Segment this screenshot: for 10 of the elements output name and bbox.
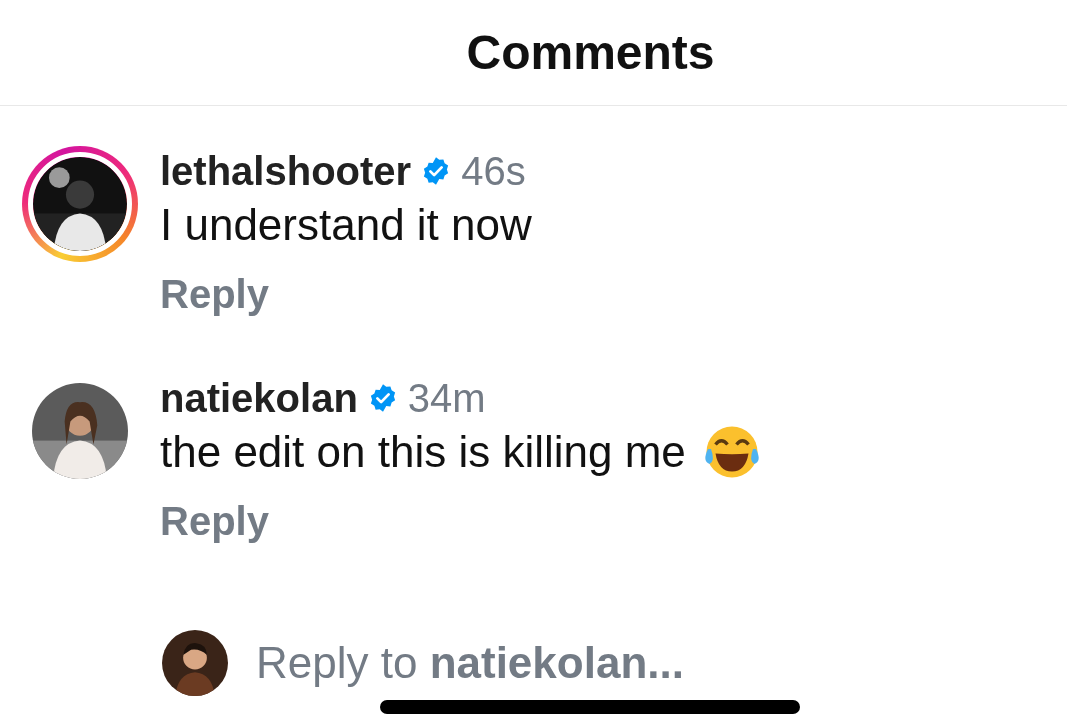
reply-button[interactable]: Reply xyxy=(160,499,269,544)
comment-text: the edit on this is killing me xyxy=(160,427,686,477)
username[interactable]: lethalshooter xyxy=(160,148,412,194)
reply-input-field[interactable]: Reply to natiekolan... xyxy=(256,638,684,688)
comment-text: I understand it now xyxy=(160,200,532,250)
comments-title: Comments xyxy=(466,25,715,80)
reply-button[interactable]: Reply xyxy=(160,272,269,317)
username[interactable]: natiekolan xyxy=(160,375,358,421)
timestamp: 46s xyxy=(461,148,526,194)
timestamp: 34m xyxy=(407,375,486,421)
